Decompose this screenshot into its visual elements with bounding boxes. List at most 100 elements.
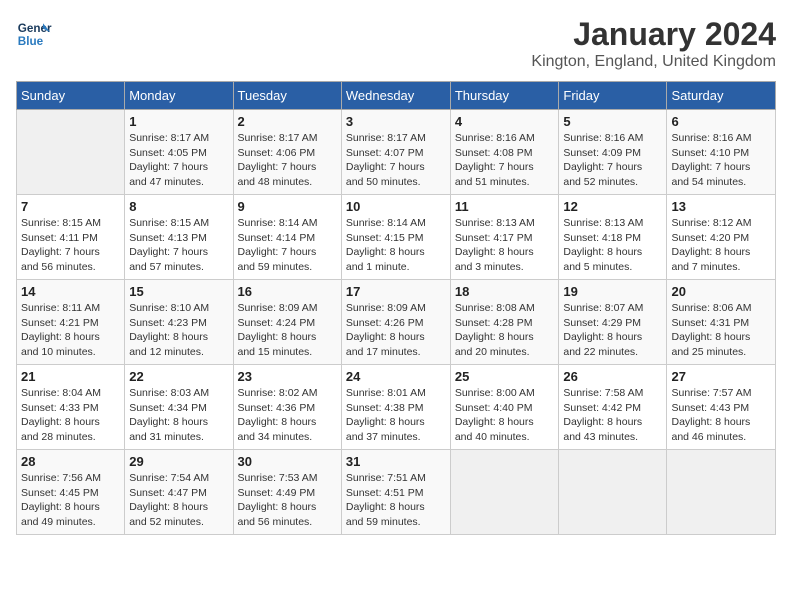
day-info: Sunrise: 7:57 AM Sunset: 4:43 PM Dayligh… — [671, 386, 771, 445]
day-number: 8 — [129, 199, 228, 214]
day-number: 25 — [455, 369, 555, 384]
table-row: 28 Sunrise: 7:56 AM Sunset: 4:45 PM Dayli… — [17, 450, 125, 535]
header-wednesday: Wednesday — [341, 82, 450, 110]
day-number: 23 — [238, 369, 337, 384]
table-row — [450, 450, 559, 535]
day-info: Sunrise: 8:06 AM Sunset: 4:31 PM Dayligh… — [671, 301, 771, 360]
day-number: 28 — [21, 454, 120, 469]
day-info: Sunrise: 8:17 AM Sunset: 4:06 PM Dayligh… — [238, 131, 337, 190]
header-friday: Friday — [559, 82, 667, 110]
day-info: Sunrise: 8:14 AM Sunset: 4:15 PM Dayligh… — [346, 216, 446, 275]
table-row — [667, 450, 776, 535]
day-info: Sunrise: 8:12 AM Sunset: 4:20 PM Dayligh… — [671, 216, 771, 275]
table-row: 27 Sunrise: 7:57 AM Sunset: 4:43 PM Dayli… — [667, 365, 776, 450]
day-number: 6 — [671, 114, 771, 129]
header-saturday: Saturday — [667, 82, 776, 110]
day-number: 3 — [346, 114, 446, 129]
day-number: 5 — [563, 114, 662, 129]
calendar-week-row: 28 Sunrise: 7:56 AM Sunset: 4:45 PM Dayli… — [17, 450, 776, 535]
day-info: Sunrise: 7:53 AM Sunset: 4:49 PM Dayligh… — [238, 471, 337, 530]
day-info: Sunrise: 8:13 AM Sunset: 4:18 PM Dayligh… — [563, 216, 662, 275]
table-row: 3 Sunrise: 8:17 AM Sunset: 4:07 PM Daylig… — [341, 110, 450, 195]
table-row: 23 Sunrise: 8:02 AM Sunset: 4:36 PM Dayli… — [233, 365, 341, 450]
day-info: Sunrise: 8:15 AM Sunset: 4:13 PM Dayligh… — [129, 216, 228, 275]
calendar-subtitle: Kington, England, United Kingdom — [531, 53, 776, 71]
day-number: 7 — [21, 199, 120, 214]
table-row: 12 Sunrise: 8:13 AM Sunset: 4:18 PM Dayli… — [559, 195, 667, 280]
calendar-week-row: 14Sunrise: 8:11 AM Sunset: 4:21 PM Dayli… — [17, 280, 776, 365]
page-header: General Blue January 2024 Kington, Engla… — [16, 16, 776, 71]
day-info: Sunrise: 8:02 AM Sunset: 4:36 PM Dayligh… — [238, 386, 337, 445]
table-row: 15Sunrise: 8:10 AM Sunset: 4:23 PM Dayli… — [125, 280, 233, 365]
day-number: 27 — [671, 369, 771, 384]
table-row: 13 Sunrise: 8:12 AM Sunset: 4:20 PM Dayli… — [667, 195, 776, 280]
table-row: 7 Sunrise: 8:15 AM Sunset: 4:11 PM Daylig… — [17, 195, 125, 280]
day-number: 19 — [563, 284, 662, 299]
table-row: 2 Sunrise: 8:17 AM Sunset: 4:06 PM Daylig… — [233, 110, 341, 195]
day-number: 2 — [238, 114, 337, 129]
logo-icon: General Blue — [16, 16, 52, 52]
logo: General Blue — [16, 16, 52, 52]
day-number: 21 — [21, 369, 120, 384]
calendar-week-row: 7 Sunrise: 8:15 AM Sunset: 4:11 PM Daylig… — [17, 195, 776, 280]
table-row: 17Sunrise: 8:09 AM Sunset: 4:26 PM Dayli… — [341, 280, 450, 365]
header-thursday: Thursday — [450, 82, 559, 110]
day-number: 18 — [455, 284, 555, 299]
day-info: Sunrise: 8:16 AM Sunset: 4:08 PM Dayligh… — [455, 131, 555, 190]
calendar-table: Sunday Monday Tuesday Wednesday Thursday… — [16, 81, 776, 535]
table-row: 1Sunrise: 8:17 AM Sunset: 4:05 PM Daylig… — [125, 110, 233, 195]
day-number: 31 — [346, 454, 446, 469]
table-row: 19 Sunrise: 8:07 AM Sunset: 4:29 PM Dayli… — [559, 280, 667, 365]
table-row: 10 Sunrise: 8:14 AM Sunset: 4:15 PM Dayli… — [341, 195, 450, 280]
day-number: 29 — [129, 454, 228, 469]
day-info: Sunrise: 8:01 AM Sunset: 4:38 PM Dayligh… — [346, 386, 446, 445]
day-info: Sunrise: 8:16 AM Sunset: 4:10 PM Dayligh… — [671, 131, 771, 190]
day-number: 9 — [238, 199, 337, 214]
table-row: 5 Sunrise: 8:16 AM Sunset: 4:09 PM Daylig… — [559, 110, 667, 195]
table-row: 11 Sunrise: 8:13 AM Sunset: 4:17 PM Dayli… — [450, 195, 559, 280]
day-info: Sunrise: 8:13 AM Sunset: 4:17 PM Dayligh… — [455, 216, 555, 275]
day-number: 13 — [671, 199, 771, 214]
table-row: 30 Sunrise: 7:53 AM Sunset: 4:49 PM Dayli… — [233, 450, 341, 535]
header-sunday: Sunday — [17, 82, 125, 110]
day-info: Sunrise: 8:17 AM Sunset: 4:07 PM Dayligh… — [346, 131, 446, 190]
calendar-title: January 2024 — [531, 16, 776, 53]
table-row — [17, 110, 125, 195]
table-row: 20Sunrise: 8:06 AM Sunset: 4:31 PM Dayli… — [667, 280, 776, 365]
day-info: Sunrise: 8:15 AM Sunset: 4:11 PM Dayligh… — [21, 216, 120, 275]
calendar-week-row: 1Sunrise: 8:17 AM Sunset: 4:05 PM Daylig… — [17, 110, 776, 195]
day-info: Sunrise: 8:16 AM Sunset: 4:09 PM Dayligh… — [563, 131, 662, 190]
table-row: 26Sunrise: 7:58 AM Sunset: 4:42 PM Dayli… — [559, 365, 667, 450]
table-row: 31 Sunrise: 7:51 AM Sunset: 4:51 PM Dayli… — [341, 450, 450, 535]
calendar-week-row: 21Sunrise: 8:04 AM Sunset: 4:33 PM Dayli… — [17, 365, 776, 450]
day-number: 17 — [346, 284, 446, 299]
table-row: 21Sunrise: 8:04 AM Sunset: 4:33 PM Dayli… — [17, 365, 125, 450]
day-number: 10 — [346, 199, 446, 214]
day-info: Sunrise: 8:08 AM Sunset: 4:28 PM Dayligh… — [455, 301, 555, 360]
day-info: Sunrise: 7:56 AM Sunset: 4:45 PM Dayligh… — [21, 471, 120, 530]
table-row: 29Sunrise: 7:54 AM Sunset: 4:47 PM Dayli… — [125, 450, 233, 535]
day-info: Sunrise: 8:09 AM Sunset: 4:24 PM Dayligh… — [238, 301, 337, 360]
day-info: Sunrise: 8:00 AM Sunset: 4:40 PM Dayligh… — [455, 386, 555, 445]
day-info: Sunrise: 8:11 AM Sunset: 4:21 PM Dayligh… — [21, 301, 120, 360]
table-row: 9Sunrise: 8:14 AM Sunset: 4:14 PM Daylig… — [233, 195, 341, 280]
day-number: 12 — [563, 199, 662, 214]
day-number: 24 — [346, 369, 446, 384]
table-row: 8 Sunrise: 8:15 AM Sunset: 4:13 PM Daylig… — [125, 195, 233, 280]
table-row: 16Sunrise: 8:09 AM Sunset: 4:24 PM Dayli… — [233, 280, 341, 365]
table-row: 14Sunrise: 8:11 AM Sunset: 4:21 PM Dayli… — [17, 280, 125, 365]
header-monday: Monday — [125, 82, 233, 110]
svg-text:Blue: Blue — [18, 35, 44, 48]
table-row: 25 Sunrise: 8:00 AM Sunset: 4:40 PM Dayli… — [450, 365, 559, 450]
day-info: Sunrise: 7:51 AM Sunset: 4:51 PM Dayligh… — [346, 471, 446, 530]
table-row: 4 Sunrise: 8:16 AM Sunset: 4:08 PM Daylig… — [450, 110, 559, 195]
day-number: 11 — [455, 199, 555, 214]
table-row: 18 Sunrise: 8:08 AM Sunset: 4:28 PM Dayli… — [450, 280, 559, 365]
table-row: 24 Sunrise: 8:01 AM Sunset: 4:38 PM Dayli… — [341, 365, 450, 450]
day-info: Sunrise: 8:10 AM Sunset: 4:23 PM Dayligh… — [129, 301, 228, 360]
day-number: 30 — [238, 454, 337, 469]
calendar-header-row: Sunday Monday Tuesday Wednesday Thursday… — [17, 82, 776, 110]
day-number: 4 — [455, 114, 555, 129]
day-info: Sunrise: 8:03 AM Sunset: 4:34 PM Dayligh… — [129, 386, 228, 445]
day-info: Sunrise: 8:07 AM Sunset: 4:29 PM Dayligh… — [563, 301, 662, 360]
